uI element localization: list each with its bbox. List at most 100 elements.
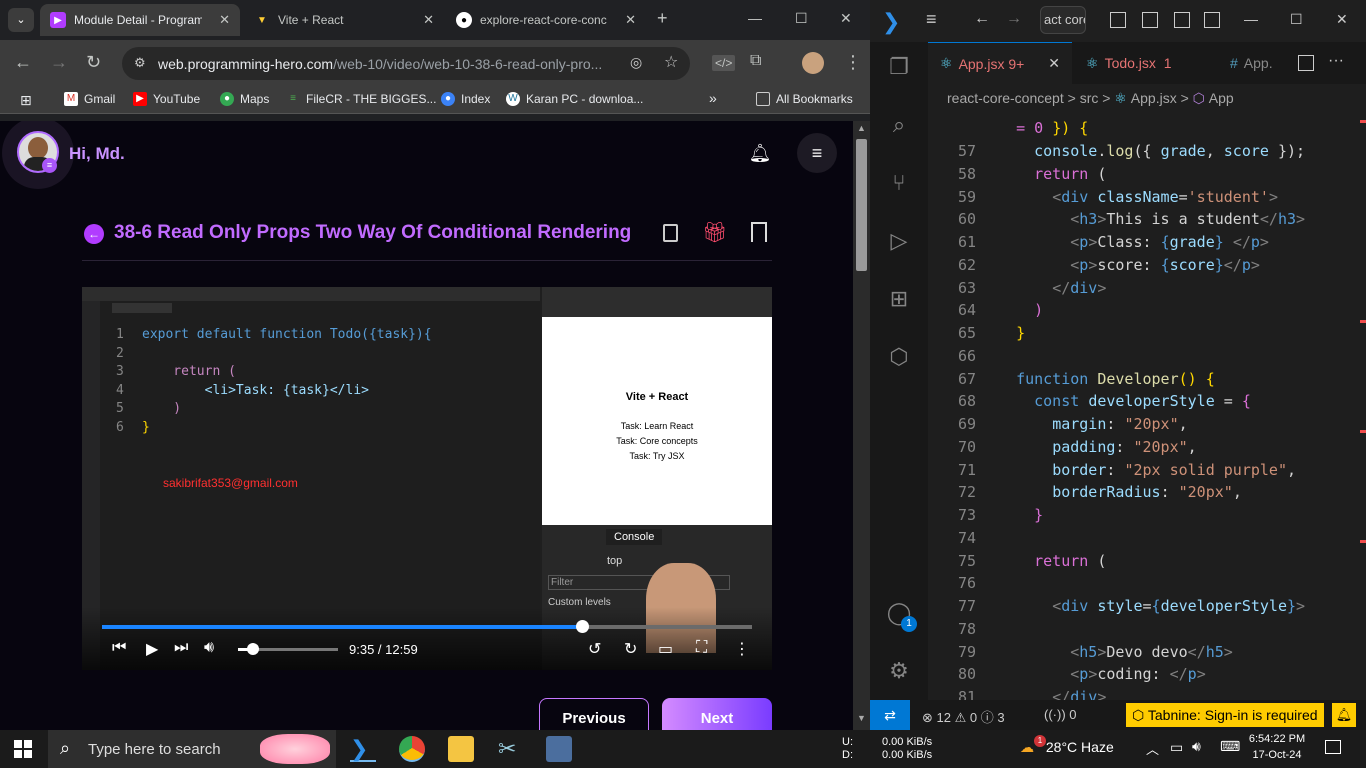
profile-avatar[interactable] bbox=[802, 52, 824, 74]
command-search-input[interactable]: act core bbox=[1040, 6, 1086, 34]
bookmark-karan-pc[interactable]: W Karan PC - downloa... bbox=[506, 92, 643, 106]
next-button[interactable]: Next bbox=[662, 698, 772, 730]
action-center-icon[interactable] bbox=[1325, 740, 1341, 754]
close-tab-icon[interactable]: ✕ bbox=[219, 12, 230, 28]
remote-indicator-icon[interactable]: ⇄ bbox=[870, 700, 910, 730]
notifications-bell-icon[interactable]: 🔔︎ bbox=[740, 133, 780, 173]
toggle-sidebar-icon[interactable] bbox=[1110, 12, 1126, 28]
volume-slider[interactable] bbox=[238, 643, 338, 655]
ports-indicator[interactable]: ((·)) 0 bbox=[1044, 707, 1077, 722]
volume-icon[interactable]: 🔊︎ bbox=[1192, 738, 1201, 755]
taskbar-search[interactable]: ⌕ Type here to search bbox=[48, 730, 336, 768]
show-hidden-icons-chevron-icon[interactable]: ︿ bbox=[1146, 739, 1159, 758]
play-icon[interactable]: ▶ bbox=[146, 639, 158, 659]
tab-app-jsx[interactable]: ⚛ App.jsx 9+ ✕ bbox=[928, 42, 1072, 84]
address-bar[interactable]: ⚙ web.programming-hero.com/web-10/video/… bbox=[122, 47, 690, 80]
fullscreen-icon[interactable]: ⛶ bbox=[696, 639, 707, 657]
vscode-maximize-icon[interactable]: ☐ bbox=[1290, 11, 1303, 28]
bookmark-maps[interactable]: ● Maps bbox=[220, 92, 269, 106]
notes-icon[interactable] bbox=[663, 224, 678, 242]
network-icon[interactable]: ▭ bbox=[1170, 739, 1183, 756]
previous-button[interactable]: Previous bbox=[539, 698, 649, 730]
video-progress-bar[interactable] bbox=[102, 620, 752, 633]
page-scrollbar[interactable]: ▲ ▼ bbox=[853, 121, 870, 730]
maximize-icon[interactable]: ☐ bbox=[795, 10, 808, 27]
minimize-icon[interactable]: — bbox=[748, 10, 762, 26]
manage-gear-icon[interactable]: ⚙ bbox=[886, 658, 912, 684]
all-bookmarks[interactable]: All Bookmarks bbox=[756, 92, 853, 106]
tab-vite-react[interactable]: ▼ Vite + React ✕ bbox=[244, 4, 444, 36]
toggle-panel-icon[interactable] bbox=[1142, 12, 1158, 28]
vscode-minimize-icon[interactable]: — bbox=[1244, 11, 1258, 27]
scroll-up-icon[interactable]: ▲ bbox=[857, 123, 866, 133]
scroll-down-icon[interactable]: ▼ bbox=[857, 713, 866, 723]
toggle-secondary-sidebar-icon[interactable] bbox=[1174, 12, 1190, 28]
problems-indicator[interactable]: ⊗ 12 ⚠ 0 ⓘ 3 bbox=[922, 707, 1005, 726]
code-editor[interactable]: = 0 }) { 57 console.log({ grade, score }… bbox=[928, 110, 1358, 700]
clock-date[interactable]: 17-Oct-24 bbox=[1246, 749, 1308, 761]
tab-search-button[interactable]: ⌄ bbox=[8, 8, 34, 32]
rewind-10-icon[interactable]: ↺ bbox=[588, 639, 601, 659]
file-explorer-taskbar-icon[interactable] bbox=[448, 736, 474, 762]
volume-knob[interactable] bbox=[247, 643, 259, 655]
bookmark-gmail[interactable]: M Gmail bbox=[64, 92, 115, 106]
theater-mode-icon[interactable]: ▭ bbox=[658, 639, 673, 659]
clock-time[interactable]: 6:54:22 PM bbox=[1246, 733, 1308, 745]
gift-icon[interactable]: 🎁︎ bbox=[702, 220, 727, 245]
reload-icon[interactable]: ↻ bbox=[86, 52, 101, 73]
source-control-icon[interactable]: ⑂ bbox=[886, 170, 912, 196]
hamburger-menu-button[interactable]: ≡ bbox=[797, 133, 837, 173]
site-info-icon[interactable]: ⚙ bbox=[134, 55, 146, 71]
vscode-close-icon[interactable]: ✕ bbox=[1336, 11, 1348, 28]
calculator-taskbar-icon[interactable] bbox=[546, 736, 572, 762]
explorer-icon[interactable]: ❐ bbox=[886, 54, 912, 80]
close-tab-icon[interactable]: ✕ bbox=[1048, 55, 1060, 72]
back-arrow-button[interactable]: ← bbox=[84, 224, 104, 244]
chrome-taskbar-icon[interactable] bbox=[399, 736, 425, 762]
close-tab-icon[interactable]: ✕ bbox=[625, 12, 636, 28]
vscode-taskbar-icon[interactable]: ❯ bbox=[350, 736, 376, 762]
split-editor-icon[interactable] bbox=[1298, 55, 1314, 71]
eye-slash-icon[interactable]: ◎ bbox=[630, 54, 642, 71]
weather-widget[interactable]: ☁ 1 28°C Haze bbox=[1020, 735, 1114, 756]
close-window-icon[interactable]: ✕ bbox=[840, 10, 852, 27]
search-icon[interactable]: ⌕ bbox=[886, 112, 912, 138]
customize-layout-icon[interactable] bbox=[1204, 12, 1220, 28]
bookmark-icon[interactable] bbox=[751, 222, 767, 242]
avatar-menu-badge[interactable]: ≡ bbox=[42, 158, 57, 173]
close-tab-icon[interactable]: ✕ bbox=[423, 12, 434, 28]
bookmark-index[interactable]: ● Index bbox=[441, 92, 490, 106]
snipping-tool-taskbar-icon[interactable]: ✂ bbox=[498, 736, 524, 762]
volume-icon[interactable]: 🔊︎ bbox=[204, 639, 214, 657]
bookmark-youtube[interactable]: ▶ YouTube bbox=[133, 92, 200, 106]
back-icon[interactable]: ← bbox=[14, 52, 32, 73]
vscode-forward-icon[interactable]: → bbox=[1006, 10, 1022, 28]
extensions-icon[interactable]: ⊞ bbox=[886, 286, 912, 312]
vscode-back-icon[interactable]: ← bbox=[974, 10, 990, 28]
bookmark-filecr[interactable]: ≡ FileCR - THE BIGGES... bbox=[286, 92, 436, 106]
scrollbar-thumb[interactable] bbox=[856, 139, 867, 271]
video-player[interactable]: 1 export default function Todo({task}){ 2… bbox=[82, 287, 772, 670]
bookmark-star-icon[interactable]: ☆ bbox=[664, 52, 678, 72]
notifications-icon[interactable]: 🔔︎ bbox=[1332, 703, 1356, 727]
extension-code-icon[interactable]: </> bbox=[712, 55, 736, 71]
windows-start-icon[interactable] bbox=[14, 740, 32, 758]
video-more-icon[interactable]: ⋮ bbox=[734, 639, 750, 659]
editor-more-icon[interactable]: ··· bbox=[1328, 52, 1344, 70]
run-debug-icon[interactable]: ▷ bbox=[886, 228, 912, 254]
tab-module-detail[interactable]: ▶ Module Detail - Programm ✕ bbox=[40, 4, 240, 36]
forward-10-icon[interactable]: ↻ bbox=[624, 639, 637, 659]
language-indicator-icon[interactable]: ⌨ bbox=[1220, 738, 1240, 755]
bookmarks-overflow-icon[interactable]: » bbox=[709, 90, 717, 106]
vscode-menu-icon[interactable]: ≡ bbox=[926, 9, 937, 30]
extensions-puzzle-icon[interactable]: ⧉ bbox=[750, 52, 761, 70]
tab-todo-jsx[interactable]: ⚛ Todo.jsx 1 bbox=[1074, 42, 1214, 84]
new-tab-icon[interactable]: + bbox=[657, 8, 668, 29]
tabnine-status[interactable]: ⬡ Tabnine: Sign-in is required bbox=[1126, 703, 1324, 727]
apps-grid-icon[interactable]: ⊞ bbox=[20, 92, 32, 109]
tab-github[interactable]: ● explore-react-core-conc ✕ bbox=[446, 4, 646, 36]
video-progress-knob[interactable] bbox=[575, 620, 589, 633]
tab-app-css[interactable]: # App. bbox=[1218, 42, 1288, 84]
editor-overview-ruler[interactable] bbox=[1358, 110, 1366, 700]
forward-icon[interactable]: → bbox=[50, 52, 68, 73]
